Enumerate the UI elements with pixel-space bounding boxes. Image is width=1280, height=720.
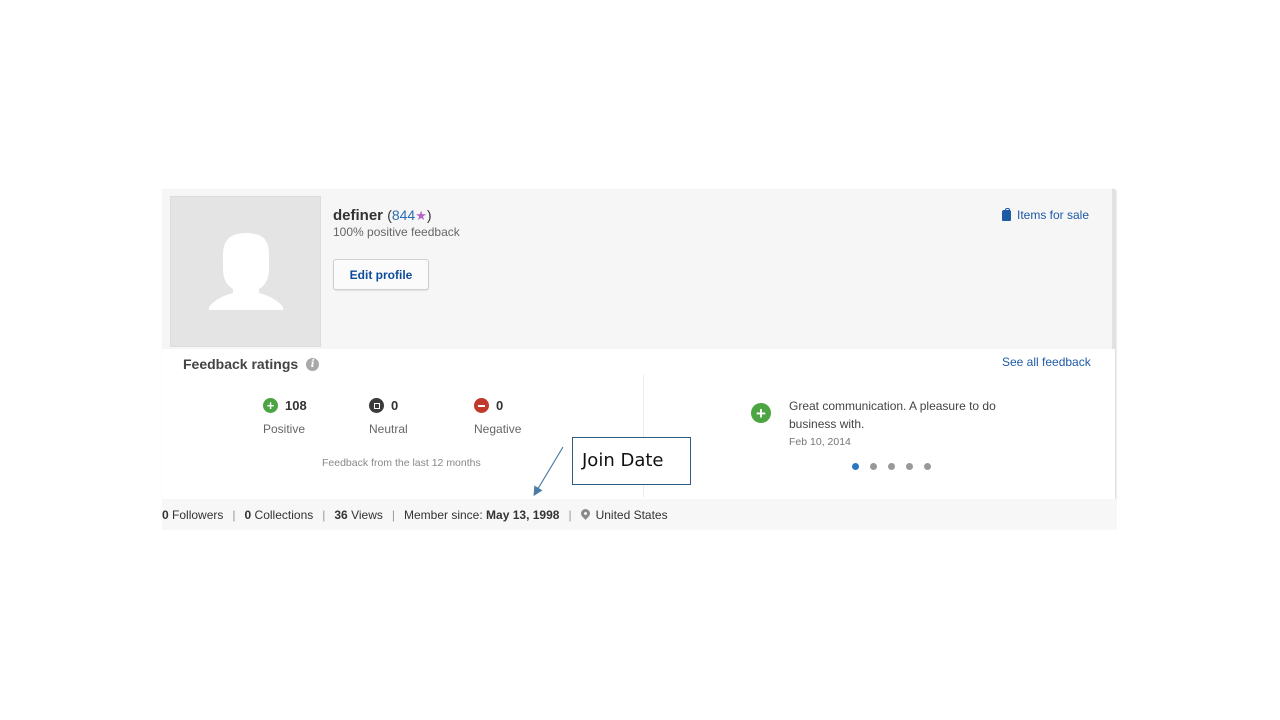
callout-arrow [533,446,564,497]
join-date-callout: Join Date [572,437,691,485]
